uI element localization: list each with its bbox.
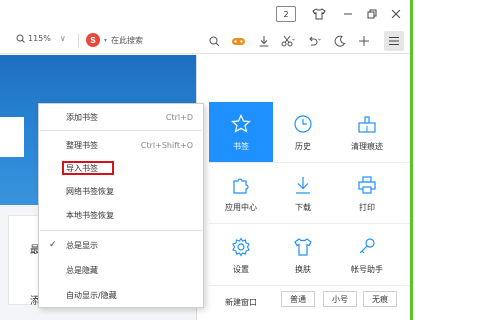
search-engine-logo-icon[interactable]: S xyxy=(86,33,100,47)
menu-separator xyxy=(40,230,202,231)
restore-icon[interactable] xyxy=(364,6,380,22)
main-menu-panel: 书签 历史 清理痕迹 应用中心 下载 打印 设置 换肤 帐号助手 新建窗口 普通… xyxy=(196,55,410,320)
grid-divider xyxy=(209,285,410,286)
menu-tile-label: 下载 xyxy=(295,202,311,212)
banner-card xyxy=(0,117,24,157)
puzzle-icon xyxy=(230,174,252,196)
menu-item-auto-show-hide[interactable]: 自动显示/隐藏 xyxy=(39,284,203,306)
menu-item-shortcut: Ctrl+D xyxy=(165,112,193,122)
tshirt-icon xyxy=(292,236,314,258)
menu-tile-label: 书签 xyxy=(233,141,249,151)
moon-icon[interactable] xyxy=(332,33,348,49)
download-icon[interactable] xyxy=(256,33,272,49)
printer-icon xyxy=(356,174,378,196)
menu-tile-label: 帐号助手 xyxy=(351,264,383,274)
menu-tile-settings[interactable]: 设置 xyxy=(209,227,273,283)
grid-divider xyxy=(209,223,410,224)
new-window-normal-button[interactable]: 普通 xyxy=(281,291,315,307)
plus-icon[interactable] xyxy=(356,33,372,49)
search-placeholder[interactable]: 在此搜索 xyxy=(111,35,143,46)
highlight-annotation xyxy=(62,161,114,175)
undo-icon[interactable] xyxy=(306,33,322,49)
search-icon[interactable] xyxy=(206,33,222,49)
menu-item-restore-local-bookmarks[interactable]: 本地书签恢复 xyxy=(39,204,203,226)
menu-tile-clear-traces[interactable]: 清理痕迹 xyxy=(335,102,399,162)
menu-tile-label: 换肤 xyxy=(295,264,311,274)
menu-tile-downloads[interactable]: 下载 xyxy=(271,165,335,221)
close-icon[interactable] xyxy=(388,6,404,22)
toolbar: 115% ∨ S ▾ 在此搜索 xyxy=(0,28,410,54)
grid-divider xyxy=(209,162,410,163)
new-window-private-button[interactable]: 无痕 xyxy=(363,291,397,307)
menu-item-label: 总是隐藏 xyxy=(66,265,98,275)
clock-icon xyxy=(292,113,314,135)
download-arrow-icon xyxy=(292,174,314,196)
zoom-control[interactable]: 115% ∨ xyxy=(16,34,66,43)
menu-tile-print[interactable]: 打印 xyxy=(335,165,399,221)
menu-item-restore-network-bookmarks[interactable]: 网络书签恢复 xyxy=(39,180,203,202)
toolbar-divider xyxy=(78,34,79,48)
chevron-down-icon: ∨ xyxy=(59,34,66,43)
menu-item-label: 网络书签恢复 xyxy=(66,186,114,196)
menu-tile-skin[interactable]: 换肤 xyxy=(271,227,335,283)
menu-item-shortcut: Ctrl+Shift+O xyxy=(140,140,193,150)
game-icon[interactable] xyxy=(230,33,246,49)
scissors-icon[interactable] xyxy=(280,33,296,49)
shirt-icon[interactable] xyxy=(310,6,328,22)
menu-item-always-hide[interactable]: 总是隐藏 xyxy=(39,259,203,281)
menu-item-label: 本地书签恢复 xyxy=(66,210,114,220)
checkmark-icon: ✓ xyxy=(49,240,57,250)
menu-tile-label: 设置 xyxy=(233,264,249,274)
menu-item-label: 整理书签 xyxy=(66,140,98,150)
star-icon xyxy=(230,113,252,135)
menu-tile-label: 应用中心 xyxy=(225,202,257,212)
menu-item-add-bookmark[interactable]: 添加书签 Ctrl+D xyxy=(39,106,203,128)
menu-tile-label: 打印 xyxy=(359,202,375,212)
bookmark-submenu: 添加书签 Ctrl+D 整理书签 Ctrl+Shift+O 导入书签 网络书签恢… xyxy=(38,103,204,308)
chevron-down-icon: ▾ xyxy=(104,36,108,44)
new-window-label: 新建窗口 xyxy=(225,298,257,307)
search-box[interactable]: S ▾ 在此搜索 xyxy=(86,33,143,47)
menu-tile-app-center[interactable]: 应用中心 xyxy=(209,165,273,221)
menu-tile-history[interactable]: 历史 xyxy=(271,102,335,162)
zoom-icon xyxy=(16,34,25,43)
settings-gear-icon xyxy=(230,236,252,258)
menu-item-always-show[interactable]: ✓ 总是显示 xyxy=(39,234,203,256)
menu-tile-label: 清理痕迹 xyxy=(351,141,383,151)
broom-icon xyxy=(356,113,378,135)
menu-tile-bookmarks[interactable]: 书签 xyxy=(209,102,273,162)
menu-tile-account-assistant[interactable]: 帐号助手 xyxy=(335,227,399,283)
tab-count-badge[interactable]: 2 xyxy=(276,6,296,22)
new-window-small-button[interactable]: 小号 xyxy=(323,291,357,307)
menu-item-label: 自动显示/隐藏 xyxy=(66,290,117,300)
window-border xyxy=(410,0,413,320)
menu-item-label: 总是显示 xyxy=(66,240,98,250)
key-icon xyxy=(356,236,378,258)
zoom-level: 115% xyxy=(28,34,51,43)
menu-separator xyxy=(40,130,202,131)
menu-item-label: 添加书签 xyxy=(66,112,98,122)
title-bar: 2 xyxy=(0,0,410,28)
menu-item-organize-bookmarks[interactable]: 整理书签 Ctrl+Shift+O xyxy=(39,134,203,156)
minimize-icon[interactable] xyxy=(340,6,356,22)
menu-icon[interactable] xyxy=(384,31,404,51)
menu-tile-label: 历史 xyxy=(295,141,311,151)
